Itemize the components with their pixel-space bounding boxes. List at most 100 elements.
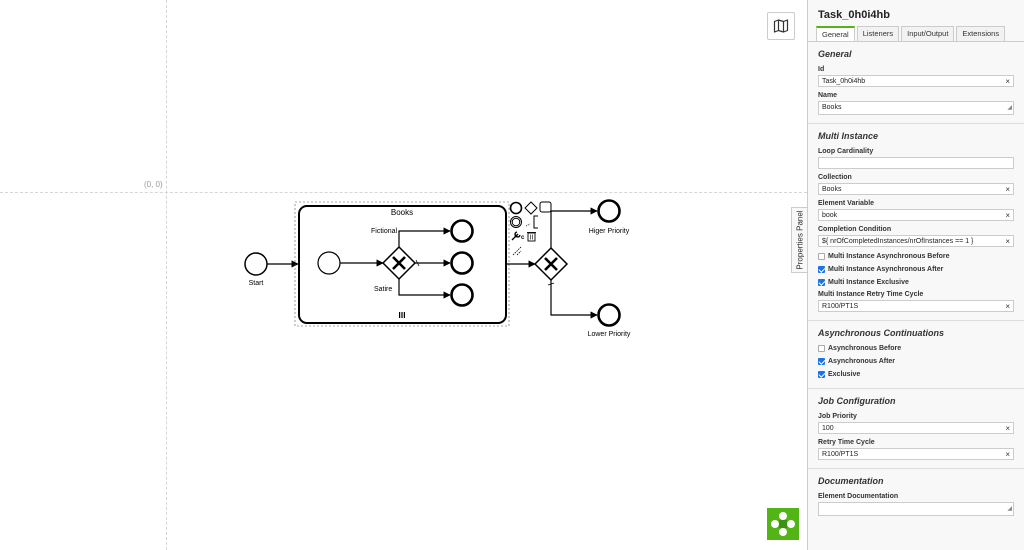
- loop-cardinality-label: Loop Cardinality: [818, 148, 874, 155]
- mi-retry-clear-icon[interactable]: ×: [1005, 301, 1010, 311]
- id-label: Id: [818, 66, 825, 73]
- completion-condition-input[interactable]: ${ nrOfCompletedInstances/nrOfInstances …: [818, 235, 1014, 247]
- append-gateway-icon[interactable]: [524, 201, 538, 215]
- job-priority-input[interactable]: 100 ×: [818, 422, 1014, 434]
- retry-time-cycle-clear-icon[interactable]: ×: [1005, 449, 1010, 459]
- end-event-lower-priority[interactable]: [597, 303, 621, 327]
- group-documentation-title: Documentation: [818, 476, 884, 486]
- mi-async-before-checkbox[interactable]: Multi Instance Asynchronous Before: [818, 253, 1014, 260]
- job-priority-label: Job Priority: [818, 413, 857, 420]
- element-variable-clear-icon[interactable]: ×: [1005, 210, 1010, 220]
- group-async-title: Asynchronous Continuations: [818, 328, 944, 338]
- diagram-canvas[interactable]: (0, 0) Start Books Fictional Satire c Hi…: [0, 0, 807, 550]
- completion-condition-clear-icon[interactable]: ×: [1005, 236, 1010, 246]
- higher-priority-label: Higer Priority: [589, 228, 630, 235]
- retry-time-cycle-input[interactable]: R100/PT1S ×: [818, 448, 1014, 460]
- fictional-label: Fictional: [371, 228, 398, 235]
- element-variable-input[interactable]: book ×: [818, 209, 1014, 221]
- job-priority-clear-icon[interactable]: ×: [1005, 423, 1010, 433]
- async-before-label: Asynchronous Before: [828, 345, 902, 352]
- element-variable-label: Element Variable: [818, 200, 875, 207]
- flow-to-lower-priority[interactable]: [550, 280, 598, 319]
- change-type-c-icon: c: [521, 235, 525, 241]
- element-documentation-label: Element Documentation: [818, 493, 899, 500]
- panel-tabs: General Listeners Input/Output Extension…: [816, 26, 1024, 41]
- mi-retry-value: R100/PT1S: [822, 303, 859, 310]
- completion-condition-value: ${ nrOfCompletedInstances/nrOfInstances …: [822, 238, 974, 245]
- group-multi-instance: Multi Instance Loop Cardinality Collecti…: [808, 124, 1024, 321]
- name-textarea[interactable]: Books ◢: [818, 101, 1014, 115]
- async-after-box[interactable]: [818, 358, 825, 365]
- collection-clear-icon[interactable]: ×: [1005, 184, 1010, 194]
- start-event-label: Start: [249, 280, 264, 287]
- id-clear-icon[interactable]: ×: [1005, 76, 1010, 86]
- context-pad[interactable]: c: [509, 201, 552, 256]
- job-priority-value: 100: [822, 425, 834, 432]
- group-job-configuration: Job Configuration Job Priority 100 × Ret…: [808, 389, 1024, 469]
- id-input[interactable]: Task_0h0i4hb ×: [818, 75, 1014, 87]
- properties-panel-toggle-label: Properties Panel: [795, 210, 804, 270]
- resize-handle-icon[interactable]: ◢: [1007, 102, 1012, 114]
- loop-cardinality-input[interactable]: [818, 157, 1014, 169]
- end-event-higher-priority[interactable]: [597, 199, 621, 223]
- element-documentation-textarea[interactable]: ◢: [818, 502, 1014, 516]
- inner-end-event-2[interactable]: [450, 251, 474, 275]
- append-intermediate-event-icon[interactable]: [510, 216, 522, 228]
- collection-value: Books: [822, 186, 842, 193]
- group-multi-instance-title: Multi Instance: [818, 131, 879, 141]
- retry-time-cycle-value: R100/PT1S: [822, 451, 859, 458]
- group-general-title: General: [818, 49, 852, 59]
- tab-listeners[interactable]: Listeners: [856, 26, 900, 41]
- tab-general[interactable]: General: [816, 26, 855, 41]
- retry-time-cycle-label: Retry Time Cycle: [818, 439, 875, 446]
- inner-start-event[interactable]: [317, 251, 341, 275]
- async-exclusive-checkbox[interactable]: Exclusive: [818, 371, 1014, 378]
- async-after-label: Asynchronous After: [828, 358, 896, 365]
- append-end-event-icon[interactable]: [509, 201, 523, 215]
- mi-async-before-box[interactable]: [818, 253, 825, 260]
- mi-exclusive-checkbox[interactable]: Multi Instance Exclusive: [818, 279, 1014, 286]
- completion-condition-label: Completion Condition: [818, 226, 892, 233]
- bpmn-io-logo-icon[interactable]: [767, 508, 799, 540]
- mi-async-after-box[interactable]: [818, 266, 825, 273]
- tab-input-output[interactable]: Input/Output: [901, 26, 955, 41]
- multi-instance-marker: [399, 312, 405, 318]
- panel-title: Task_0h0i4hb: [818, 9, 890, 21]
- properties-panel-toggle[interactable]: Properties Panel: [791, 207, 807, 273]
- async-exclusive-box[interactable]: [818, 371, 825, 378]
- properties-panel: Task_0h0i4hb General Listeners Input/Out…: [807, 0, 1024, 550]
- connect-arrow-icon[interactable]: [512, 246, 522, 256]
- bpmn-diagram: Start Books Fictional Satire c Higer Pri…: [244, 199, 631, 338]
- text-annotation-icon[interactable]: [533, 215, 538, 229]
- satire-label: Satire: [374, 286, 392, 293]
- start-event[interactable]: [244, 252, 268, 276]
- change-type-wrench-icon[interactable]: [511, 231, 521, 241]
- group-documentation: Documentation Element Documentation ◢: [808, 469, 1024, 524]
- mi-exclusive-box[interactable]: [818, 279, 825, 286]
- mi-async-after-label: Multi Instance Asynchronous After: [828, 266, 944, 273]
- map-icon: [773, 19, 789, 33]
- name-value: Books: [822, 104, 842, 111]
- mi-async-before-label: Multi Instance Asynchronous Before: [828, 253, 950, 260]
- mi-async-after-checkbox[interactable]: Multi Instance Asynchronous After: [818, 266, 1014, 273]
- async-before-checkbox[interactable]: Asynchronous Before: [818, 345, 1014, 352]
- connect-dotted-icon[interactable]: [525, 223, 531, 227]
- element-variable-value: book: [822, 212, 838, 219]
- tab-extensions[interactable]: Extensions: [956, 26, 1006, 41]
- append-task-icon[interactable]: [539, 201, 552, 213]
- async-after-checkbox[interactable]: Asynchronous After: [818, 358, 1014, 365]
- async-before-box[interactable]: [818, 345, 825, 352]
- group-async-continuations: Asynchronous Continuations Asynchronous …: [808, 321, 1024, 389]
- group-general: General Id Task_0h0i4hb × Name Books ◢: [808, 42, 1024, 124]
- inner-end-event-3[interactable]: [450, 283, 474, 307]
- doc-resize-handle-icon[interactable]: ◢: [1007, 503, 1012, 515]
- mi-retry-input[interactable]: R100/PT1S ×: [818, 300, 1014, 312]
- collection-input[interactable]: Books ×: [818, 183, 1014, 195]
- async-exclusive-label: Exclusive: [828, 371, 861, 378]
- minimap-toggle-button[interactable]: [767, 12, 795, 40]
- lower-priority-label: Lower Priority: [588, 331, 631, 338]
- mi-exclusive-label: Multi Instance Exclusive: [828, 279, 909, 286]
- delete-trash-icon[interactable]: [527, 232, 536, 242]
- mi-retry-label: Multi Instance Retry Time Cycle: [818, 291, 924, 298]
- inner-end-event-1[interactable]: [450, 219, 474, 243]
